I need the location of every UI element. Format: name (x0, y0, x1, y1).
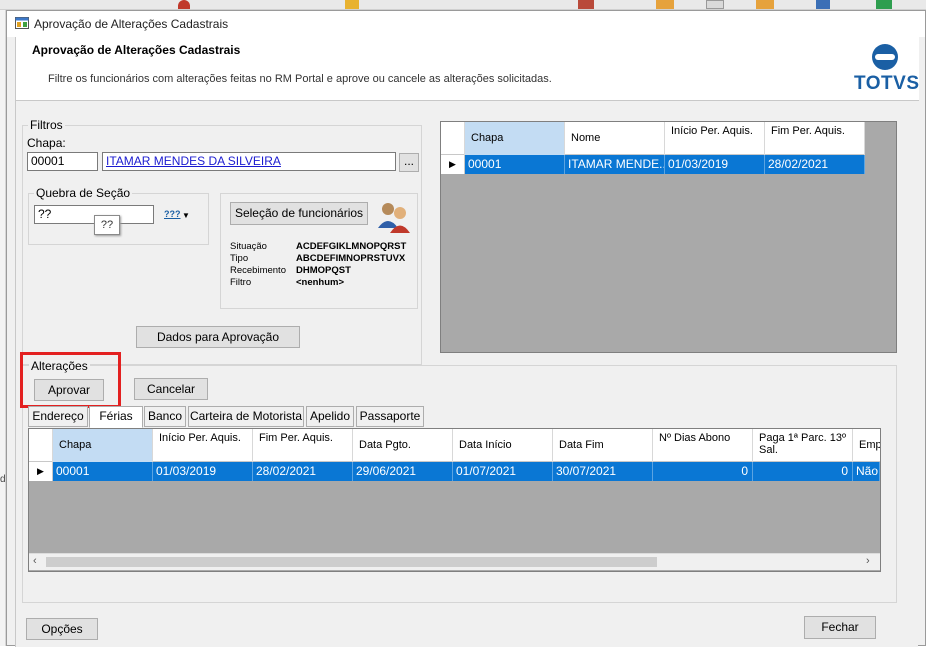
users-icon (378, 203, 410, 233)
cell-chapa: 00001 (465, 155, 565, 174)
fechar-button[interactable]: Fechar (804, 616, 876, 639)
cell-data-pgto: 29/06/2021 (353, 462, 453, 481)
col-data-fim[interactable]: Data Fim (553, 429, 653, 462)
row-pointer-icon: ▶ (449, 159, 456, 169)
logo-text: TOTVS (854, 73, 920, 94)
chapa-label: Chapa: (27, 136, 66, 150)
background-app-icon-2 (656, 0, 674, 9)
col-inicio-per-aquis[interactable]: Início Per. Aquis. (153, 429, 253, 462)
header-description: Filtre os funcionários com alterações fe… (48, 73, 552, 85)
background-app-icon (578, 0, 594, 9)
browse-chapa-button[interactable]: ... (399, 153, 419, 172)
quebra-dropdown-button[interactable]: ??? ▼ (164, 209, 190, 221)
scroll-right-icon[interactable]: › (866, 555, 870, 567)
quebra-secao-label: Quebra de Seção (34, 186, 133, 200)
cell-fim: 28/02/2021 (765, 155, 865, 174)
scroll-left-icon[interactable]: ‹ (33, 555, 37, 567)
background-folder-icon (345, 0, 359, 9)
tab-ferias[interactable]: Férias (89, 406, 143, 428)
title-bar: Aprovação de Alterações Cadastrais (7, 11, 925, 37)
col-inicio-per-aquis[interactable]: Início Per. Aquis. (665, 122, 765, 155)
row-header-corner (441, 122, 465, 155)
employee-name-link[interactable]: ITAMAR MENDES DA SILVEIRA (102, 152, 396, 171)
opcoes-button[interactable]: Opções (26, 618, 98, 640)
col-chapa[interactable]: Chapa (53, 429, 153, 462)
header-title: Aprovação de Alterações Cadastrais (32, 43, 241, 57)
background-app-icon-6 (876, 0, 892, 9)
info-value-1: ABCDEFIMNOPRSTUVX (296, 253, 406, 264)
tab-carteira-motorista[interactable]: Carteira de Motorista (188, 406, 304, 427)
col-chapa[interactable]: Chapa (465, 122, 565, 155)
table-row[interactable]: 00001 01/03/2019 28/02/2021 29/06/2021 0… (53, 462, 880, 481)
totvs-logo: TOTVS (854, 43, 920, 95)
horizontal-scrollbar[interactable]: ‹ › (29, 553, 880, 570)
tab-banco[interactable]: Banco (144, 406, 186, 427)
background-app-icon-4 (756, 0, 774, 9)
background-red-icon (178, 0, 190, 9)
background-app-icon-5 (816, 0, 830, 9)
cell-chapa: 00001 (53, 462, 153, 481)
cell-nome: ITAMAR MENDE... (565, 155, 665, 174)
background-app-strip (0, 0, 926, 10)
cell-fim-per: 28/02/2021 (253, 462, 353, 481)
filtros-label: Filtros (28, 118, 65, 132)
col-paga-parc-13[interactable]: Paga 1ª Parc. 13º Sal. (753, 429, 853, 462)
cancelar-button[interactable]: Cancelar (134, 378, 208, 400)
row-selector[interactable]: ▶ (441, 155, 465, 174)
cell-inicio-per: 01/03/2019 (153, 462, 253, 481)
col-emp[interactable]: Emp (853, 429, 880, 462)
col-data-inicio[interactable]: Data Início (453, 429, 553, 462)
window-title: Aprovação de Alterações Cadastrais (34, 17, 229, 31)
row-header-corner (29, 429, 53, 462)
scrollbar-thumb[interactable] (46, 557, 657, 567)
tab-strip: Endereço Férias Banco Carteira de Motori… (28, 406, 424, 428)
employee-grid-header: Chapa Nome Início Per. Aquis. Fim Per. A… (441, 122, 865, 155)
chapa-input[interactable]: 00001 (27, 152, 98, 171)
info-key-3: Filtro (230, 277, 252, 288)
dados-aprovacao-button[interactable]: Dados para Aprovação (136, 326, 300, 348)
selecao-funcionarios-button[interactable]: Seleção de funcionários (230, 202, 368, 225)
app-window-icon (15, 17, 29, 29)
col-fim-per-aquis[interactable]: Fim Per. Aquis. (253, 429, 353, 462)
table-row[interactable]: 00001 ITAMAR MENDE... 01/03/2019 28/02/2… (465, 155, 865, 174)
quebra-dropdown-label: ??? (164, 209, 181, 219)
edge-mark: d (0, 474, 6, 485)
cell-inicio: 01/03/2019 (665, 155, 765, 174)
info-value-3: <nenhum> (296, 277, 345, 288)
cell-data-inicio: 01/07/2021 (453, 462, 553, 481)
row-selector[interactable]: ▶ (29, 462, 53, 481)
info-key-2: Recebimento (230, 265, 286, 276)
chevron-down-icon: ▼ (182, 211, 190, 220)
header-panel: Aprovação de Alterações Cadastrais Filtr… (16, 37, 919, 101)
cell-dias-abono: 0 (653, 462, 753, 481)
cell-paga-parc: 0 (753, 462, 853, 481)
cell-emp: Não (853, 462, 880, 481)
col-fim-per-aquis[interactable]: Fim Per. Aquis. (765, 122, 865, 155)
info-key-1: Tipo (230, 253, 249, 264)
tab-endereco[interactable]: Endereço (28, 406, 88, 427)
info-value-0: ACDEFGIKLMNOPQRST (296, 241, 407, 252)
col-data-pgto[interactable]: Data Pgto. (353, 429, 453, 462)
col-nome[interactable]: Nome (565, 122, 665, 155)
quebra-tooltip: ?? (94, 215, 120, 235)
ferias-grid-header: Chapa Início Per. Aquis. Fim Per. Aquis.… (29, 429, 880, 462)
row-pointer-icon: ▶ (37, 466, 44, 476)
col-dias-abono[interactable]: Nº Dias Abono (653, 429, 753, 462)
employee-grid[interactable]: Chapa Nome Início Per. Aquis. Fim Per. A… (440, 121, 897, 353)
totvs-logo-icon (872, 44, 898, 70)
cell-data-fim: 30/07/2021 (553, 462, 653, 481)
tab-apelido[interactable]: Apelido (306, 406, 354, 427)
info-value-2: DHMOPQST (296, 265, 351, 276)
tab-passaporte[interactable]: Passaporte (356, 406, 424, 427)
ferias-grid[interactable]: Chapa Início Per. Aquis. Fim Per. Aquis.… (28, 428, 881, 572)
dialog-window: Aprovação de Alterações Cadastrais Aprov… (6, 10, 926, 647)
dialog-content: Aprovação de Alterações Cadastrais Filtr… (15, 37, 919, 647)
info-key-0: Situação (230, 241, 267, 252)
highlight-box (20, 352, 121, 408)
background-app-icon-3 (706, 0, 724, 9)
